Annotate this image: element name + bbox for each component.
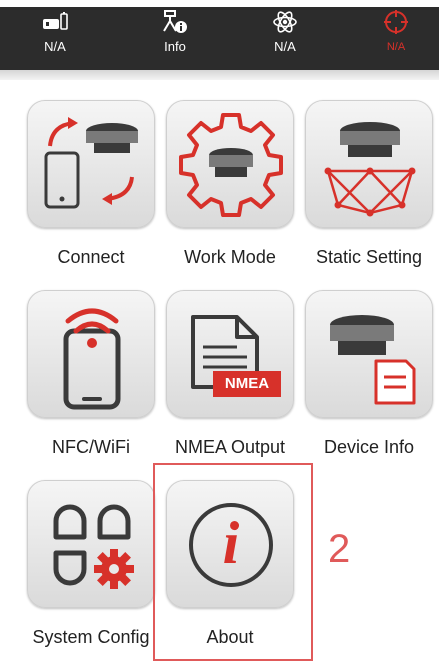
status-battery[interactable]: N/A xyxy=(0,7,110,63)
menu-item-device-info-label: Device Info xyxy=(323,437,415,457)
status-target[interactable]: N/A xyxy=(341,7,439,63)
menu-item-device-info[interactable] xyxy=(305,290,433,418)
menu-item-work-mode[interactable] xyxy=(166,100,294,228)
menu-item-system-config-label: System Config xyxy=(32,627,150,647)
menu-item-static-setting[interactable] xyxy=(305,100,433,228)
menu-item-static-setting-label: Static Setting xyxy=(315,247,423,267)
highlight-box xyxy=(153,463,313,661)
connect-icon xyxy=(44,117,138,209)
menu-item-work-mode-label: Work Mode xyxy=(184,247,276,267)
nfc-wifi-icon xyxy=(63,308,121,410)
menu-item-nfc-wifi-label: NFC/WiFi xyxy=(52,437,130,457)
status-bar-shadow xyxy=(0,70,439,80)
menu-item-system-config[interactable] xyxy=(27,480,155,608)
status-satellite-label: N/A xyxy=(274,39,296,54)
system-config-icon xyxy=(53,504,134,589)
menu-item-connect[interactable] xyxy=(27,100,155,228)
menu-item-nmea-output[interactable]: NMEA xyxy=(166,290,294,418)
status-satellite[interactable]: N/A xyxy=(230,7,340,63)
status-battery-label: N/A xyxy=(44,39,66,54)
antenna-info-icon xyxy=(161,7,189,37)
target-icon xyxy=(382,7,410,37)
status-info[interactable]: Info xyxy=(120,7,230,63)
satellite-icon xyxy=(271,7,299,37)
step-number: 2 xyxy=(328,527,351,571)
menu-item-nmea-output-label: NMEA Output xyxy=(174,437,286,457)
nmea-badge: NMEA xyxy=(224,375,270,392)
device-info-icon xyxy=(330,315,416,405)
nmea-output-icon xyxy=(191,315,281,397)
battery-icon xyxy=(41,7,69,37)
menu-item-nfc-wifi[interactable] xyxy=(27,290,155,418)
status-info-label: Info xyxy=(164,39,186,54)
work-mode-icon xyxy=(179,113,283,217)
static-setting-icon xyxy=(324,122,416,217)
menu-item-connect-label: Connect xyxy=(57,247,125,267)
status-target-label: N/A xyxy=(386,41,406,53)
